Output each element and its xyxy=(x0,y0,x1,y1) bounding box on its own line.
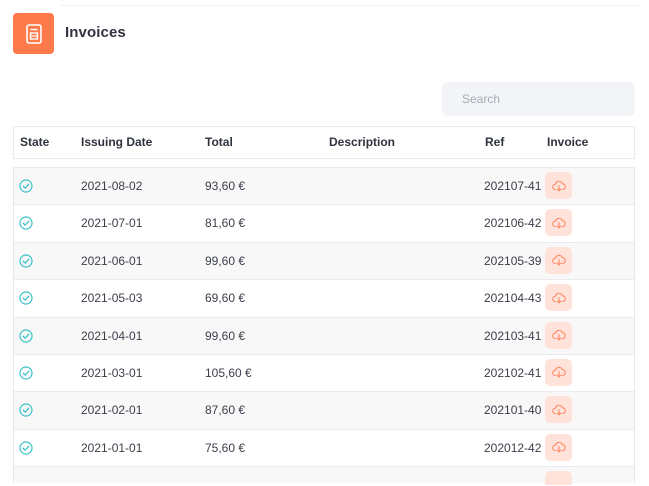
total-cell: 81,60 € xyxy=(205,216,246,231)
paid-check-icon xyxy=(19,216,33,230)
table-row: 2021-05-03 69,60 € 202104-43 xyxy=(14,279,634,317)
paid-check-icon xyxy=(19,328,33,343)
table-body: 2021-08-02 93,60 € 202107-41 2021-07-01 81,6… xyxy=(13,167,635,486)
total-cell: 99,60 € xyxy=(205,253,246,268)
download-invoice-button-partial[interactable] xyxy=(545,471,572,486)
table-row: 2021-03-01 105,60 € 202102-41 xyxy=(14,353,634,392)
paid-check-icon xyxy=(19,366,33,380)
table-row: 2021-02-01 87,60 € 202101-40 xyxy=(14,391,634,429)
table-row: 2021-01-01 75,60 € 202012-42 xyxy=(14,428,634,467)
invoices-table: State Issuing Date Total Description Ref… xyxy=(13,126,635,486)
ref-cell: 202107-41 xyxy=(484,179,542,193)
issuing-date-cell: 2021-02-01 xyxy=(81,403,143,418)
download-invoice-button[interactable] xyxy=(545,396,572,424)
download-invoice-button[interactable] xyxy=(545,433,572,461)
ref-cell: 202104-43 xyxy=(484,291,542,306)
table-row: 2021-06-01 99,60 € 202105-39 xyxy=(14,241,634,280)
column-header-state[interactable]: State xyxy=(20,127,49,158)
paid-check-icon xyxy=(19,179,33,193)
total-cell: 105,60 € xyxy=(205,365,252,380)
column-header-description[interactable]: Description xyxy=(329,127,395,158)
ref-cell: 202101-40 xyxy=(484,403,542,418)
top-divider xyxy=(60,5,640,6)
ref-cell: 202012-42 xyxy=(484,440,542,455)
table-header: State Issuing Date Total Description Ref… xyxy=(13,126,635,159)
download-invoice-button[interactable] xyxy=(545,321,572,349)
download-cloud-icon xyxy=(551,292,566,304)
table-row: 2021-07-01 81,60 € 202106-42 xyxy=(14,204,634,242)
download-invoice-button[interactable] xyxy=(545,284,572,312)
table-row: 2021-08-02 93,60 € 202107-41 xyxy=(14,167,634,205)
table-row-partial xyxy=(14,466,634,486)
issuing-date-cell: 2021-07-01 xyxy=(81,216,143,231)
download-cloud-icon xyxy=(551,329,566,341)
download-cloud-icon xyxy=(551,255,566,266)
download-cloud-icon xyxy=(551,217,566,229)
download-cloud-icon xyxy=(551,442,566,453)
issuing-date-cell: 2021-03-01 xyxy=(81,365,143,380)
ref-cell: 202105-39 xyxy=(484,253,542,268)
issuing-date-cell: 2021-06-01 xyxy=(81,253,143,268)
invoice-document-icon xyxy=(13,13,54,54)
issuing-date-cell: 2021-08-02 xyxy=(81,179,143,193)
invoices-page: Invoices State Issuing Date Total Descri… xyxy=(0,0,649,486)
download-invoice-button[interactable] xyxy=(545,246,572,274)
paid-check-icon xyxy=(19,291,33,305)
issuing-date-cell: 2021-05-03 xyxy=(81,291,143,306)
ref-cell: 202103-41 xyxy=(484,328,542,343)
ref-cell: 202102-41 xyxy=(484,365,542,380)
paid-check-icon xyxy=(19,254,33,268)
total-cell: 75,60 € xyxy=(205,440,246,455)
page-title: Invoices xyxy=(65,24,126,41)
total-cell: 99,60 € xyxy=(205,328,246,343)
paid-check-icon xyxy=(19,441,33,455)
download-cloud-icon xyxy=(551,367,566,378)
issuing-date-cell: 2021-04-01 xyxy=(81,328,143,343)
download-invoice-button[interactable] xyxy=(545,209,572,237)
column-header-ref[interactable]: Ref xyxy=(485,127,504,158)
download-invoice-button[interactable] xyxy=(545,172,572,199)
paid-check-icon xyxy=(19,403,33,417)
column-header-issuing-date[interactable]: Issuing Date xyxy=(81,127,152,158)
total-cell: 87,60 € xyxy=(205,403,246,418)
total-cell: 69,60 € xyxy=(205,291,246,306)
issuing-date-cell: 2021-01-01 xyxy=(81,440,143,455)
search-input[interactable] xyxy=(442,82,635,116)
total-cell: 93,60 € xyxy=(205,179,246,193)
table-row: 2021-04-01 99,60 € 202103-41 xyxy=(14,316,634,354)
column-header-total[interactable]: Total xyxy=(205,127,233,158)
download-invoice-button[interactable] xyxy=(545,358,572,386)
download-cloud-icon xyxy=(551,180,566,191)
download-cloud-icon xyxy=(551,404,566,416)
ref-cell: 202106-42 xyxy=(484,216,542,231)
column-header-invoice[interactable]: Invoice xyxy=(547,127,588,158)
